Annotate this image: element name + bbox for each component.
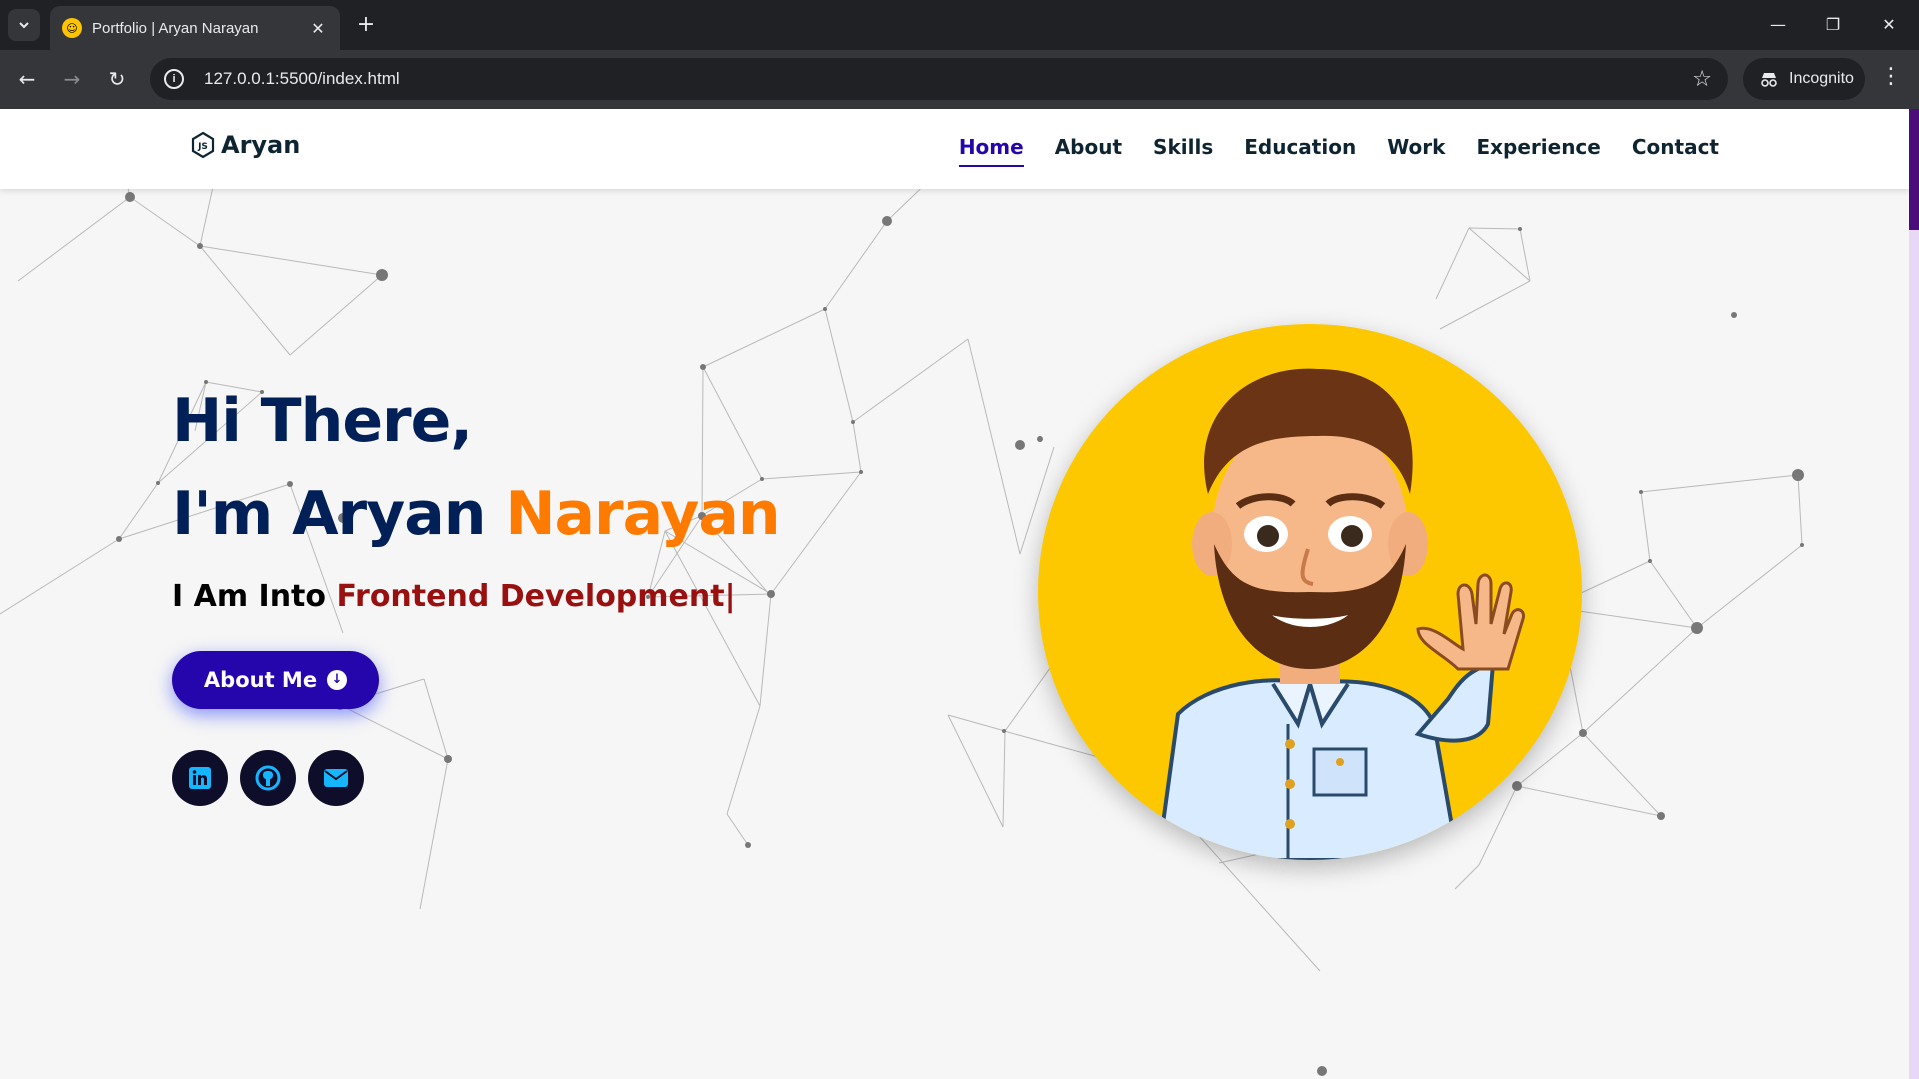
nav-home[interactable]: Home xyxy=(958,135,1024,167)
svg-text:JS: JS xyxy=(197,142,208,152)
typing-line: I Am Into Frontend Development| xyxy=(172,579,736,614)
site-logo[interactable]: JS Aryan xyxy=(190,131,300,159)
tab-strip: ☺ Portfolio | Aryan Narayan ✕ + — ❐ ✕ xyxy=(0,0,1919,50)
logo-text: Aryan xyxy=(221,131,301,159)
incognito-icon xyxy=(1761,73,1777,87)
reload-button[interactable]: ↻ xyxy=(100,62,134,96)
nav-work[interactable]: Work xyxy=(1387,135,1445,167)
about-me-label: About Me xyxy=(203,668,318,692)
typing-prefix: I Am Into xyxy=(172,579,337,614)
js-hexagon-icon: JS xyxy=(191,131,215,159)
page-viewport: JS Aryan Home About Skills Education Wor… xyxy=(0,109,1919,1079)
hero-intro: I'm Aryan Narayan xyxy=(172,479,781,549)
back-button[interactable]: ← xyxy=(10,62,44,96)
close-tab-icon[interactable]: ✕ xyxy=(308,19,328,38)
email-button[interactable] xyxy=(308,750,364,806)
page-scrollbar[interactable] xyxy=(1909,109,1919,1079)
address-bar[interactable]: i 127.0.0.1:5500/index.html ☆ xyxy=(150,58,1728,100)
linkedin-icon xyxy=(189,767,211,789)
about-me-button[interactable]: About Me ↓ xyxy=(172,651,379,709)
arrow-down-circle-icon: ↓ xyxy=(327,670,348,690)
incognito-indicator[interactable]: Incognito xyxy=(1743,58,1865,100)
bookmark-star-icon[interactable]: ☆ xyxy=(1692,67,1712,92)
favicon-icon: ☺ xyxy=(62,18,82,38)
minimize-button[interactable]: — xyxy=(1755,8,1801,42)
nav-skills[interactable]: Skills xyxy=(1153,135,1213,167)
url-text[interactable]: 127.0.0.1:5500/index.html xyxy=(204,69,1692,89)
bitmoji-illustration xyxy=(1155,368,1526,860)
incognito-label: Incognito xyxy=(1789,70,1854,87)
browser-menu-icon[interactable]: ⋮ xyxy=(1880,64,1902,89)
typing-cursor: | xyxy=(724,579,736,614)
linkedin-button[interactable] xyxy=(172,750,228,806)
site-header: JS Aryan Home About Skills Education Wor… xyxy=(0,109,1909,189)
hero-greeting: Hi There, xyxy=(172,386,473,456)
active-tab[interactable]: ☺ Portfolio | Aryan Narayan ✕ xyxy=(50,6,340,50)
hero-intro-highlight: Narayan xyxy=(505,479,780,549)
forward-button[interactable]: → xyxy=(55,62,89,96)
chevron-down-icon xyxy=(19,22,29,29)
main-nav: Home About Skills Education Work Experie… xyxy=(958,135,1719,167)
browser-toolbar: ← → ↻ i 127.0.0.1:5500/index.html ☆ Inco… xyxy=(0,50,1919,109)
nav-education[interactable]: Education xyxy=(1244,135,1356,167)
restore-button[interactable]: ❐ xyxy=(1810,8,1856,42)
hero-intro-prefix: I'm Aryan xyxy=(172,479,506,549)
tab-title: Portfolio | Aryan Narayan xyxy=(92,19,259,37)
profile-avatar xyxy=(1038,324,1582,860)
nav-experience[interactable]: Experience xyxy=(1476,135,1600,167)
close-window-button[interactable]: ✕ xyxy=(1866,8,1912,42)
nav-about[interactable]: About xyxy=(1055,135,1122,167)
site-info-icon[interactable]: i xyxy=(164,69,184,89)
scrollbar-thumb[interactable] xyxy=(1909,109,1919,230)
github-button[interactable] xyxy=(240,750,296,806)
new-tab-button[interactable]: + xyxy=(352,11,380,39)
github-icon xyxy=(255,765,281,791)
nav-contact[interactable]: Contact xyxy=(1632,135,1719,167)
typing-text: Frontend Development xyxy=(336,579,725,614)
mail-icon xyxy=(324,769,348,787)
tab-search-button[interactable] xyxy=(8,9,40,41)
